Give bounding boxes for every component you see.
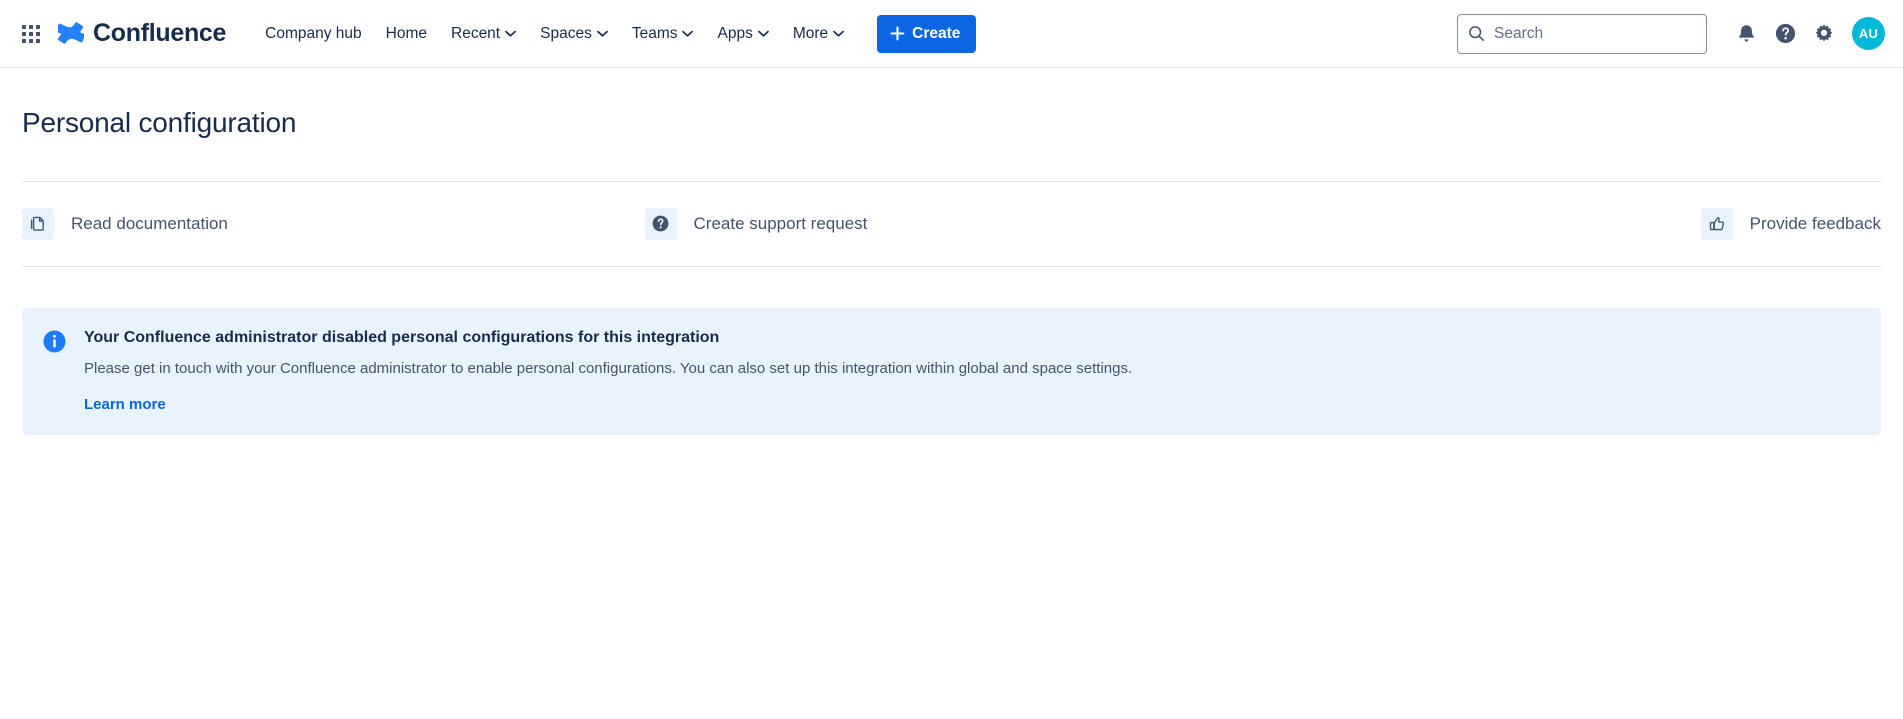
nav-item-label: More: [793, 25, 828, 43]
info-banner-title: Your Confluence administrator disabled p…: [84, 327, 1132, 349]
nav-item-recent[interactable]: Recent: [440, 18, 527, 50]
chevron-down-icon: [505, 30, 516, 37]
settings-button[interactable]: [1806, 16, 1842, 52]
top-navigation-bar: Confluence Company hub Home Recent Space…: [0, 0, 1903, 68]
search-icon: [1468, 25, 1485, 42]
help-button[interactable]: [1767, 16, 1803, 52]
nav-item-teams[interactable]: Teams: [621, 18, 705, 50]
thumbs-up-icon: [1701, 208, 1733, 240]
nav-item-label: Apps: [717, 25, 752, 43]
chevron-down-icon: [597, 30, 608, 37]
action-label: Read documentation: [71, 214, 228, 234]
provide-feedback-action[interactable]: Provide feedback: [1701, 208, 1881, 240]
nav-item-label: Teams: [632, 25, 678, 43]
nav-item-label: Company hub: [265, 25, 362, 43]
action-label: Provide feedback: [1750, 214, 1881, 234]
action-label: Create support request: [694, 214, 868, 234]
page-title: Personal configuration: [22, 68, 1881, 140]
nav-item-label: Spaces: [540, 25, 592, 43]
question-circle-icon: [645, 208, 677, 240]
learn-more-link[interactable]: Learn more: [84, 396, 166, 413]
nav-left-group: Confluence Company hub Home Recent Space…: [14, 15, 976, 53]
read-documentation-action[interactable]: Read documentation: [22, 208, 228, 240]
create-button[interactable]: Create: [877, 15, 976, 53]
notifications-bell-icon: [1736, 23, 1757, 44]
app-switcher-button[interactable]: [14, 17, 48, 51]
settings-gear-icon: [1813, 23, 1835, 45]
nav-menu-items: Company hub Home Recent Spaces Teams App…: [254, 18, 855, 50]
confluence-logo-icon: [58, 21, 84, 47]
grid-apps-icon: [22, 25, 40, 43]
nav-item-more[interactable]: More: [782, 18, 855, 50]
nav-item-apps[interactable]: Apps: [706, 18, 779, 50]
search-input[interactable]: [1494, 25, 1696, 43]
nav-item-label: Recent: [451, 25, 500, 43]
confluence-home-link[interactable]: Confluence: [54, 15, 234, 52]
info-banner: Your Confluence administrator disabled p…: [22, 308, 1881, 435]
nav-right-group: AU: [1457, 14, 1885, 54]
search-box[interactable]: [1457, 14, 1707, 54]
create-support-request-action[interactable]: Create support request: [645, 208, 868, 240]
divider-below-actions: [22, 266, 1881, 267]
chevron-down-icon: [682, 30, 693, 37]
info-circle-icon: [42, 329, 67, 354]
main-content: Personal configuration Read documentatio…: [0, 68, 1903, 435]
info-banner-body: Your Confluence administrator disabled p…: [84, 327, 1132, 413]
nav-item-label: Home: [386, 25, 427, 43]
quick-actions-row: Read documentation Create support reques…: [22, 182, 1881, 266]
notifications-button[interactable]: [1728, 16, 1764, 52]
create-button-label: Create: [912, 25, 960, 43]
documents-copy-icon: [22, 208, 54, 240]
nav-item-home[interactable]: Home: [375, 18, 438, 50]
chevron-down-icon: [833, 30, 844, 37]
avatar-initials: AU: [1859, 26, 1878, 41]
nav-item-company-hub[interactable]: Company hub: [254, 18, 373, 50]
help-question-icon: [1774, 22, 1797, 45]
nav-item-spaces[interactable]: Spaces: [529, 18, 619, 50]
user-avatar[interactable]: AU: [1852, 17, 1885, 50]
plus-icon: [890, 26, 905, 41]
info-banner-text: Please get in touch with your Confluence…: [84, 358, 1132, 380]
brand-name-label: Confluence: [93, 19, 226, 48]
chevron-down-icon: [758, 30, 769, 37]
